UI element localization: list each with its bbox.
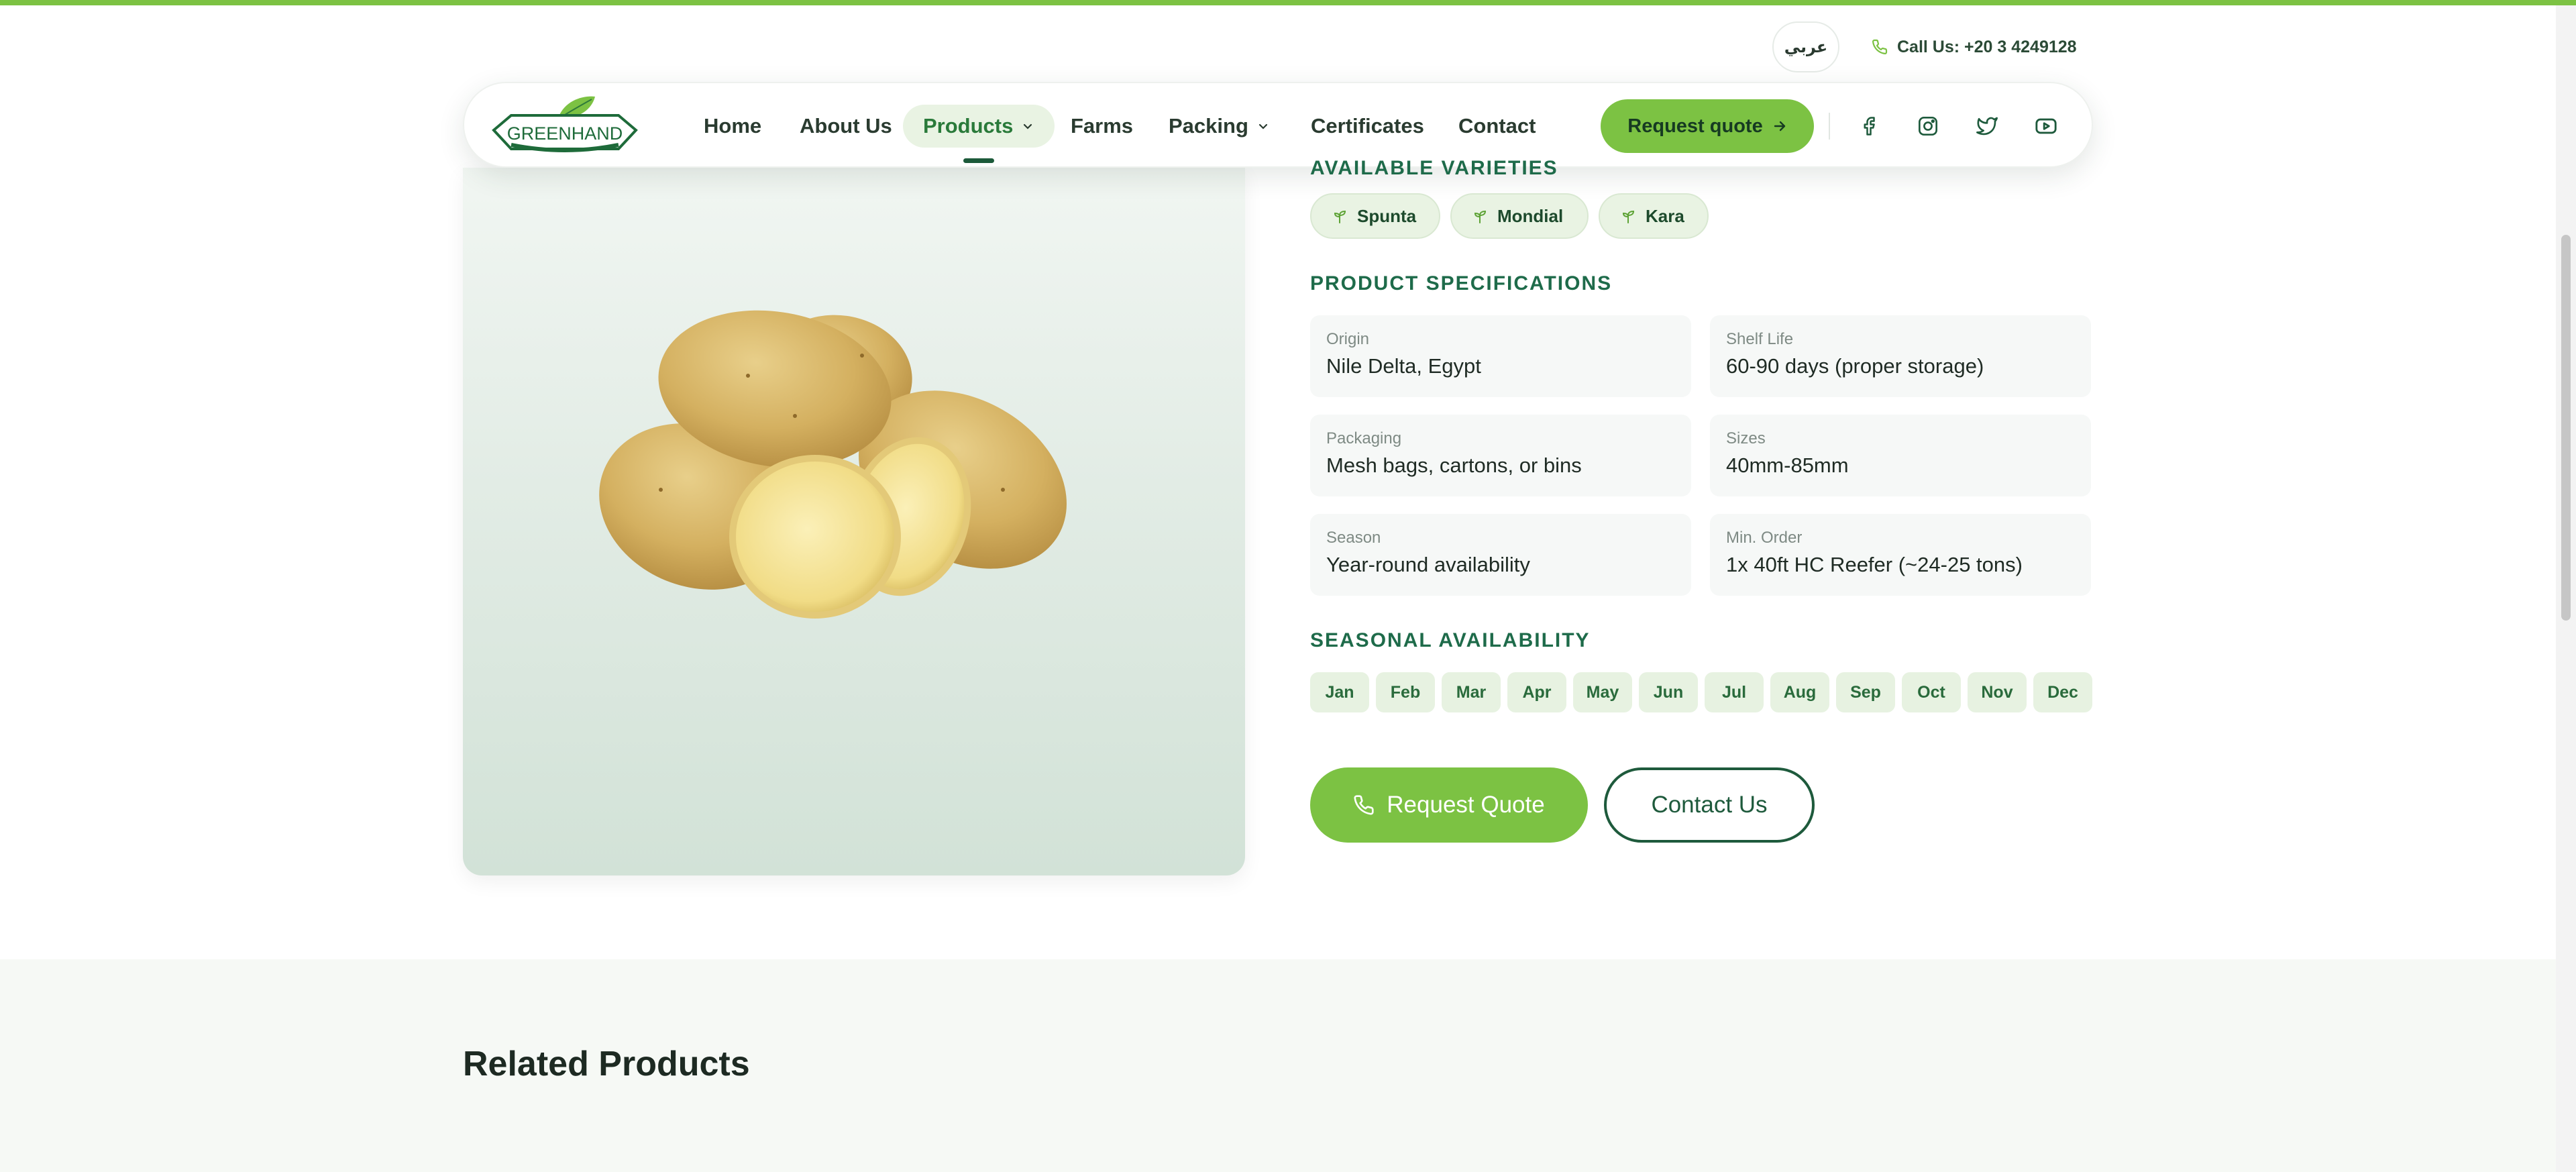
nav-divider xyxy=(1829,113,1830,140)
variety-label: Mondial xyxy=(1497,205,1564,226)
nav-item-about-us[interactable]: About Us xyxy=(800,105,892,148)
spec-origin: Origin Nile Delta, Egypt xyxy=(1310,315,1691,397)
month-badge: May xyxy=(1573,672,1632,712)
spec-value: Mesh bags, cartons, or bins xyxy=(1326,454,1582,477)
nav-item-certificates[interactable]: Certificates xyxy=(1311,105,1424,148)
chevron-down-icon xyxy=(1258,123,1267,129)
month-badge: Feb xyxy=(1376,672,1435,712)
nav-item-label: Farms xyxy=(1071,114,1134,138)
phone-icon xyxy=(1354,795,1374,815)
instagram-icon[interactable] xyxy=(1912,110,1944,142)
nav-item-home[interactable]: Home xyxy=(704,105,761,148)
main-navigation: GREENHAND Home About Us Products Farms P… xyxy=(463,82,2093,168)
nav-item-products[interactable]: Products xyxy=(903,105,1055,148)
greenhand-logo[interactable]: GREENHAND xyxy=(484,91,645,161)
month-badge: Sep xyxy=(1836,672,1895,712)
month-badge: Jul xyxy=(1705,672,1764,712)
month-badge: Apr xyxy=(1507,672,1566,712)
month-badge: Jun xyxy=(1639,672,1698,712)
nav-item-contact[interactable]: Contact xyxy=(1458,105,1536,148)
page-scrollbar-thumb[interactable] xyxy=(2561,235,2571,621)
facebook-icon[interactable] xyxy=(1853,110,1885,142)
contact-us-label: Contact Us xyxy=(1651,792,1768,818)
spec-label: Min. Order xyxy=(1726,529,1803,547)
spec-sizes: Sizes 40mm-85mm xyxy=(1710,415,2091,496)
sprout-icon xyxy=(1474,210,1487,223)
spec-shelf-life: Shelf Life 60-90 days (proper storage) xyxy=(1710,315,2091,397)
spec-label: Origin xyxy=(1326,330,1370,348)
spec-season: Season Year-round availability xyxy=(1310,514,1691,596)
product-image-card xyxy=(463,168,1245,875)
active-nav-indicator xyxy=(963,158,994,163)
request-quote-cta-button[interactable]: Request Quote xyxy=(1310,767,1588,843)
request-quote-label: Request quote xyxy=(1627,115,1763,137)
request-quote-cta-label: Request Quote xyxy=(1387,792,1545,818)
language-switch[interactable]: عربي xyxy=(1772,21,1839,72)
spec-value: 60-90 days (proper storage) xyxy=(1726,354,1984,378)
spec-packaging: Packaging Mesh bags, cartons, or bins xyxy=(1310,415,1691,496)
nav-item-label: About Us xyxy=(800,114,892,138)
nav-item-label: Home xyxy=(704,114,762,138)
month-badge: Nov xyxy=(1968,672,2027,712)
month-badge: Aug xyxy=(1770,672,1829,712)
varieties-heading: AVAILABLE VARIETIES xyxy=(1310,157,1558,179)
youtube-icon[interactable] xyxy=(2030,110,2062,142)
spec-label: Season xyxy=(1326,529,1381,547)
nav-item-label: Certificates xyxy=(1311,114,1424,138)
seasonal-heading: SEASONAL AVAILABILITY xyxy=(1310,629,1591,651)
variety-chip: Spunta xyxy=(1310,193,1440,239)
spec-label: Sizes xyxy=(1726,429,1766,447)
variety-label: Spunta xyxy=(1357,205,1417,226)
nav-item-packing[interactable]: Packing xyxy=(1169,105,1270,148)
spec-value: Year-round availability xyxy=(1326,553,1530,576)
specs-heading: PRODUCT SPECIFICATIONS xyxy=(1310,272,1613,295)
request-quote-button[interactable]: Request quote xyxy=(1601,99,1814,153)
logo-wordmark: GREENHAND xyxy=(507,123,623,144)
call-us-text: Call Us: +20 3 4249128 xyxy=(1897,37,2077,56)
spec-value: 1x 40ft HC Reefer (~24-25 tons) xyxy=(1726,553,2023,576)
spec-value: 40mm-85mm xyxy=(1726,454,1849,477)
nav-item-farms[interactable]: Farms xyxy=(1071,105,1133,148)
spec-label: Shelf Life xyxy=(1726,330,1794,348)
spec-min-order: Min. Order 1x 40ft HC Reefer (~24-25 ton… xyxy=(1710,514,2091,596)
top-accent-bar xyxy=(0,0,2576,5)
nav-item-label: Products xyxy=(923,114,1014,138)
contact-us-button[interactable]: Contact Us xyxy=(1604,767,1815,843)
nav-item-label: Contact xyxy=(1458,114,1536,138)
twitter-icon[interactable] xyxy=(1971,110,2003,142)
potato-product-image xyxy=(599,310,1067,619)
sprout-icon xyxy=(1622,210,1635,223)
spec-label: Packaging xyxy=(1326,429,1402,447)
month-badge: Mar xyxy=(1442,672,1501,712)
arrow-right-icon xyxy=(1774,121,1785,131)
call-us-link[interactable]: Call Us: +20 3 4249128 xyxy=(1872,21,2077,72)
related-products-section xyxy=(0,959,2556,1172)
chevron-down-icon xyxy=(1024,123,1032,129)
spec-value: Nile Delta, Egypt xyxy=(1326,354,1481,378)
month-badge: Jan xyxy=(1310,672,1369,712)
variety-chip: Mondial xyxy=(1450,193,1589,239)
phone-icon xyxy=(1872,39,1888,54)
sprout-icon xyxy=(1334,210,1346,223)
month-badge: Oct xyxy=(1902,672,1961,712)
variety-label: Kara xyxy=(1646,205,1684,226)
variety-chip: Kara xyxy=(1599,193,1709,239)
related-products-title: Related Products xyxy=(463,1045,750,1083)
nav-item-label: Packing xyxy=(1169,114,1248,138)
month-badge: Dec xyxy=(2033,672,2092,712)
